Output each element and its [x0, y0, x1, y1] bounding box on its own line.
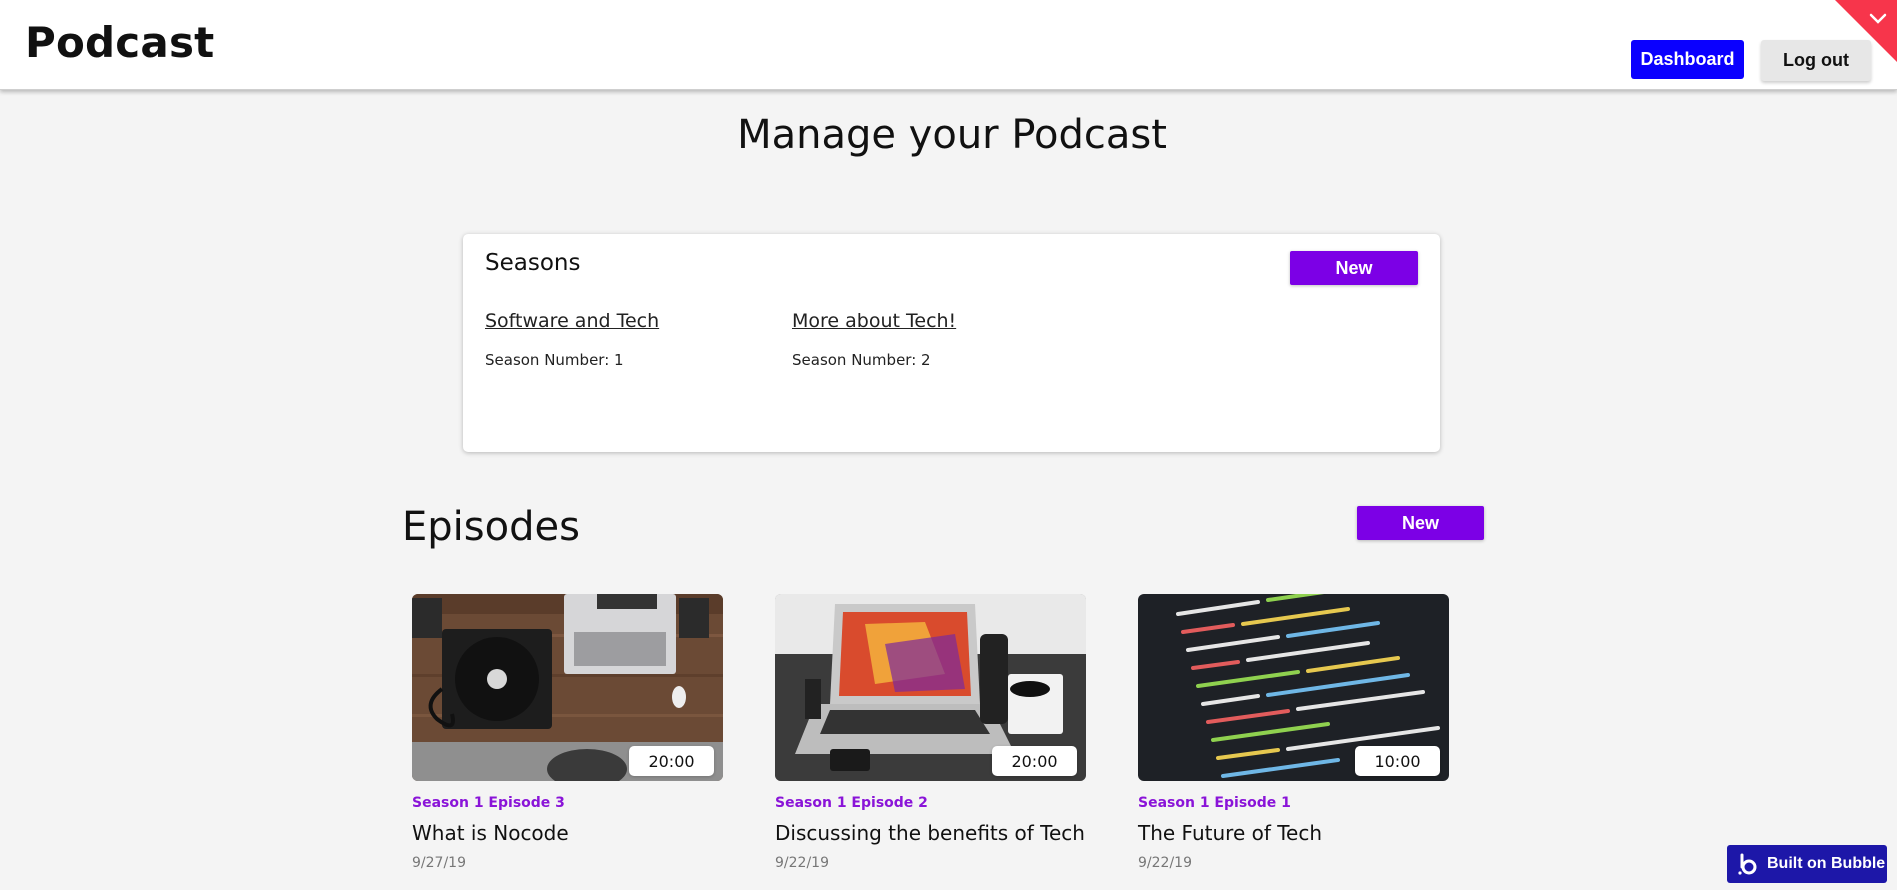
built-on-bubble-badge[interactable]: Built on Bubble: [1727, 845, 1887, 883]
top-header: Podcast Dashboard Log out: [0, 0, 1897, 90]
episode-title[interactable]: Discussing the benefits of Tech: [775, 821, 1086, 845]
episode-title[interactable]: The Future of Tech: [1138, 821, 1449, 845]
episode-season-label: Season 1 Episode 3: [412, 795, 565, 811]
chevron-down-icon: [1869, 13, 1887, 24]
debug-corner-ribbon[interactable]: [1835, 0, 1897, 62]
duration-badge: 20:00: [629, 746, 714, 776]
season-number: Season Number: 1: [485, 351, 624, 369]
episode-thumbnail[interactable]: 20:00: [412, 594, 723, 781]
episode-card[interactable]: 20:00 Season 1 Episode 2 Discussing the …: [775, 594, 1086, 871]
episode-season-label: Season 1 Episode 1: [1138, 795, 1291, 811]
page-title: Manage your Podcast: [737, 112, 1167, 158]
seasons-title: Seasons: [485, 250, 581, 276]
dashboard-button[interactable]: Dashboard: [1631, 40, 1744, 79]
episode-thumbnail[interactable]: 10:00: [1138, 594, 1449, 781]
season-item: More about Tech! Season Number: 2: [792, 310, 956, 369]
new-season-button[interactable]: New: [1290, 251, 1418, 285]
episode-card[interactable]: 20:00 Season 1 Episode 3 What is Nocode …: [412, 594, 723, 871]
brand-title[interactable]: Podcast: [25, 18, 214, 67]
duration-badge: 20:00: [992, 746, 1077, 776]
episode-card[interactable]: 10:00 Season 1 Episode 1 The Future of T…: [1138, 594, 1449, 871]
episode-date: 9/27/19: [412, 855, 466, 871]
season-link[interactable]: More about Tech!: [792, 310, 956, 332]
seasons-card: Seasons New Software and Tech Season Num…: [463, 234, 1440, 452]
season-link[interactable]: Software and Tech: [485, 310, 659, 332]
episode-date: 9/22/19: [775, 855, 829, 871]
episode-date: 9/22/19: [1138, 855, 1192, 871]
episode-thumbnail[interactable]: 20:00: [775, 594, 1086, 781]
page: Podcast Dashboard Log out Manage your Po…: [0, 0, 1897, 890]
duration-badge: 10:00: [1355, 746, 1440, 776]
episodes-title: Episodes: [402, 504, 580, 550]
bubble-logo-icon: [1738, 853, 1757, 875]
season-item: Software and Tech Season Number: 1: [485, 310, 659, 369]
season-number: Season Number: 2: [792, 351, 931, 369]
built-on-bubble-label: Built on Bubble: [1767, 855, 1886, 872]
episode-season-label: Season 1 Episode 2: [775, 795, 928, 811]
new-episode-button[interactable]: New: [1357, 506, 1484, 540]
episode-title[interactable]: What is Nocode: [412, 821, 723, 845]
